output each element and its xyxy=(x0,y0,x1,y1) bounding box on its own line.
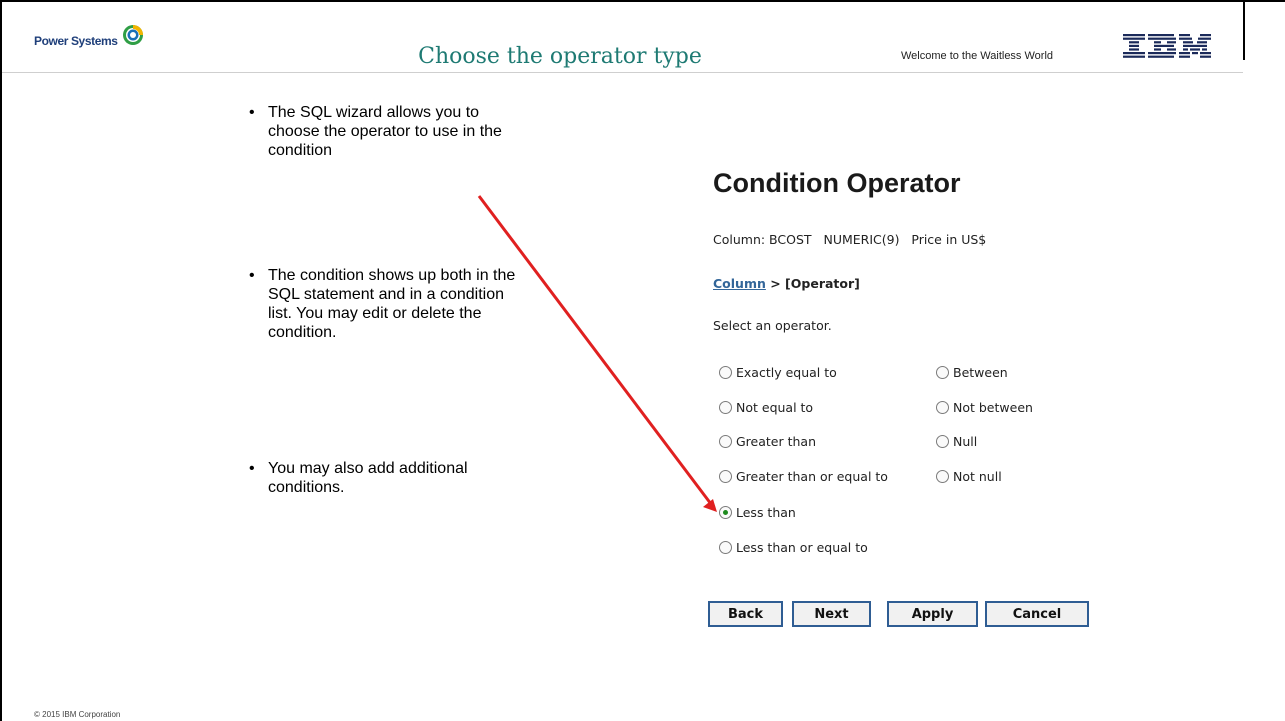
callout-arrow xyxy=(477,195,717,512)
copyright-footer: © 2015 IBM Corporation xyxy=(34,710,121,719)
